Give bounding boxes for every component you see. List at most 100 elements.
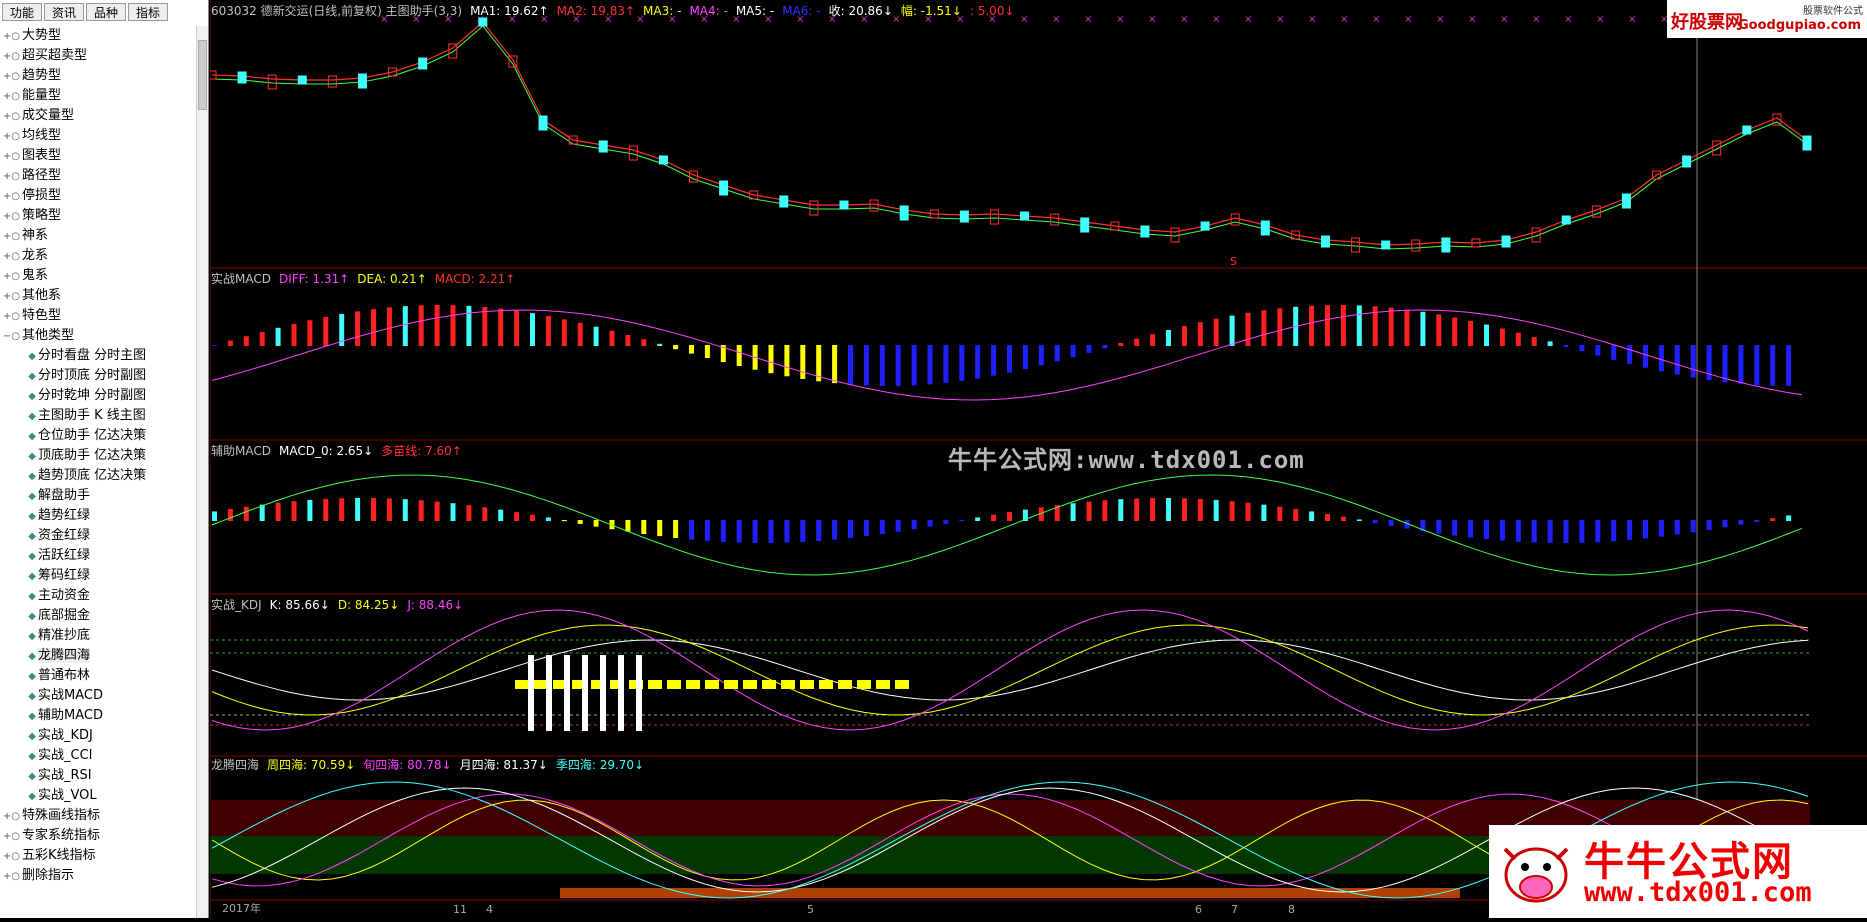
sidebar-tree-item[interactable]: ◆ 龙腾四海 xyxy=(0,646,196,666)
sidebar-tree-item[interactable]: +○ 特殊画线指标 xyxy=(0,806,196,826)
sidebar-item-label: 普通布林 xyxy=(38,668,91,683)
x-axis-label: 11 xyxy=(453,903,467,916)
sidebar-tree-item[interactable]: ◆ 筹码红绿 xyxy=(0,566,196,586)
sidebar-item-label: 实战_VOL xyxy=(38,788,97,803)
sidebar-tree-item[interactable]: ◆ 仓位助手 亿达决策 xyxy=(0,426,196,446)
sidebar-tree-item[interactable]: ◆ 顶底助手 亿达决策 xyxy=(0,446,196,466)
sidebar-tree-item[interactable]: ◆ 辅助MACD xyxy=(0,706,196,726)
sidebar-tree-item[interactable]: +○ 特色型 xyxy=(0,306,196,326)
macd-bar xyxy=(959,345,965,381)
indicator-value: MA6: - xyxy=(782,4,820,18)
sidebar-tree-item[interactable]: +○ 其他系 xyxy=(0,286,196,306)
sidebar-tree-item[interactable]: ◆ 资金红绿 xyxy=(0,526,196,546)
sidebar-tree-item[interactable]: ◆ 精准抄底 xyxy=(0,626,196,646)
sidebar-tree-item[interactable]: ◆ 分时顶底 分时副图 xyxy=(0,366,196,386)
macd-bar xyxy=(1356,305,1362,346)
tab-indicators[interactable]: 指标 xyxy=(128,3,169,21)
sidebar-tree-item[interactable]: +○ 删除指示 xyxy=(0,866,196,886)
sidebar-tree-item[interactable]: +○ 神系 xyxy=(0,226,196,246)
diamond-icon: ◆ xyxy=(28,351,36,362)
sidebar-tree-item[interactable]: −○ 其他类型 xyxy=(0,326,196,346)
sidebar-tree-item[interactable]: +○ 五彩K线指标 xyxy=(0,846,196,866)
sidebar-tree-item[interactable]: ◆ 活跃红绿 xyxy=(0,546,196,566)
sidebar-tree-item[interactable]: ◆ 普通布林 xyxy=(0,666,196,686)
x-axis-label: 6 xyxy=(1195,903,1202,916)
indicator-value: DEA: 0.21↑ xyxy=(357,272,426,286)
candle xyxy=(1411,239,1421,252)
kdj-band xyxy=(705,680,719,689)
marker-x: × xyxy=(1308,14,1316,25)
sidebar-tree-item[interactable]: ◆ 主图助手 K 线主图 xyxy=(0,406,196,426)
sidebar-scrollbar[interactable] xyxy=(196,26,208,918)
macd-panel-title: 实战MACD xyxy=(211,272,271,286)
indicator-value: 季四海: 29.70↓ xyxy=(556,758,644,772)
aux-bar xyxy=(1674,520,1680,535)
sidebar-tree-item[interactable]: ◆ 主动资金 xyxy=(0,586,196,606)
aux-bar xyxy=(291,501,297,521)
sidebar-tree-item[interactable]: +○ 路径型 xyxy=(0,166,196,186)
indicator-label: K: 85.66 xyxy=(269,598,320,612)
sidebar-tree-item[interactable]: ◆ 实战_VOL xyxy=(0,786,196,806)
macd-bar xyxy=(514,310,520,346)
tab-symbols[interactable]: 品种 xyxy=(86,3,127,21)
macd-bar xyxy=(243,336,249,346)
aux-bar xyxy=(1118,499,1124,521)
macd-bar xyxy=(1054,345,1060,362)
chart-area[interactable]: × × × × × × × × × × × × × × × × × × × × × × × × × × × × × × × × × × × × × × × ×… xyxy=(207,0,1867,918)
aux-bar xyxy=(752,520,758,543)
macd-bar xyxy=(625,334,631,346)
macd-bar xyxy=(1643,345,1648,368)
tree-expander-icon: +○ xyxy=(2,51,20,62)
sidebar-item-label: 实战_RSI xyxy=(38,768,92,783)
sidebar-tree-item[interactable]: +○ 均线型 xyxy=(0,126,196,146)
aux-bar xyxy=(402,499,408,521)
diamond-icon: ◆ xyxy=(28,371,36,382)
sidebar-tree-item[interactable]: +○ 图表型 xyxy=(0,146,196,166)
kdj-band xyxy=(667,680,681,689)
sidebar-tree-item[interactable]: ◆ 趋势红绿 xyxy=(0,506,196,526)
sidebar-tree-item[interactable]: ◆ 分时乾坤 分时副图 xyxy=(0,386,196,406)
sidebar-tree-item[interactable]: +○ 策略型 xyxy=(0,206,196,226)
kdj-band xyxy=(857,680,871,689)
aux-bar xyxy=(514,512,520,521)
aux-bar xyxy=(561,520,567,522)
macd-bar xyxy=(609,330,615,346)
macd-bar xyxy=(212,345,217,346)
sidebar-tree-item[interactable]: ◆ 实战MACD xyxy=(0,686,196,706)
sidebar-item-label: 五彩K线指标 xyxy=(22,848,96,863)
sidebar-tree-item[interactable]: +○ 能量型 xyxy=(0,86,196,106)
marker-x: × xyxy=(1372,14,1380,25)
macd-bar xyxy=(323,316,329,346)
sidebar-tree-item[interactable]: ◆ 实战_KDJ xyxy=(0,726,196,746)
indicator-label: DEA: 0.21 xyxy=(357,272,417,286)
sidebar-tree-item[interactable]: ◆ 趋势顶底 亿达决策 xyxy=(0,466,196,486)
aux-bar xyxy=(1531,520,1537,543)
marker-x: × xyxy=(1084,14,1092,25)
tab-function[interactable]: 功能 xyxy=(2,3,43,21)
sidebar-tree-item[interactable]: +○ 大势型 xyxy=(0,26,196,46)
tree-expander-icon: +○ xyxy=(2,311,20,322)
aux-bar xyxy=(1372,520,1378,524)
sidebar-tree-item[interactable]: ◆ 实战_RSI xyxy=(0,766,196,786)
sidebar-tree-item[interactable]: +○ 趋势型 xyxy=(0,66,196,86)
aux-bar xyxy=(911,520,917,530)
sidebar-tree-item[interactable]: +○ 专家系统指标 xyxy=(0,826,196,846)
sidebar-tree-item[interactable]: ◆ 分时看盘 分时主图 xyxy=(0,346,196,366)
tab-news[interactable]: 资讯 xyxy=(44,3,85,21)
sidebar-tree-item[interactable]: ◆ 解盘助手 xyxy=(0,486,196,506)
sidebar-tree-item[interactable]: +○ 龙系 xyxy=(0,246,196,266)
scrollbar-thumb[interactable] xyxy=(198,40,207,110)
macd-bar xyxy=(991,345,997,376)
sidebar-tree-item[interactable]: +○ 超买超卖型 xyxy=(0,46,196,66)
sidebar-tree-item[interactable]: ◆ 实战_CCI xyxy=(0,746,196,766)
sidebar-tree-item[interactable]: +○ 停损型 xyxy=(0,186,196,206)
sidebar-tree-item[interactable]: +○ 成交量型 xyxy=(0,106,196,126)
aux-bar xyxy=(243,506,249,521)
candle xyxy=(869,199,879,212)
indicator-value: K: 85.66↓ xyxy=(270,598,330,612)
sidebar-tree-item[interactable]: +○ 鬼系 xyxy=(0,266,196,286)
macd-bar xyxy=(434,305,440,346)
sidebar-tree-item[interactable]: ◆ 底部掘金 xyxy=(0,606,196,626)
aux-bar xyxy=(927,520,933,527)
macd-bar xyxy=(466,305,472,346)
